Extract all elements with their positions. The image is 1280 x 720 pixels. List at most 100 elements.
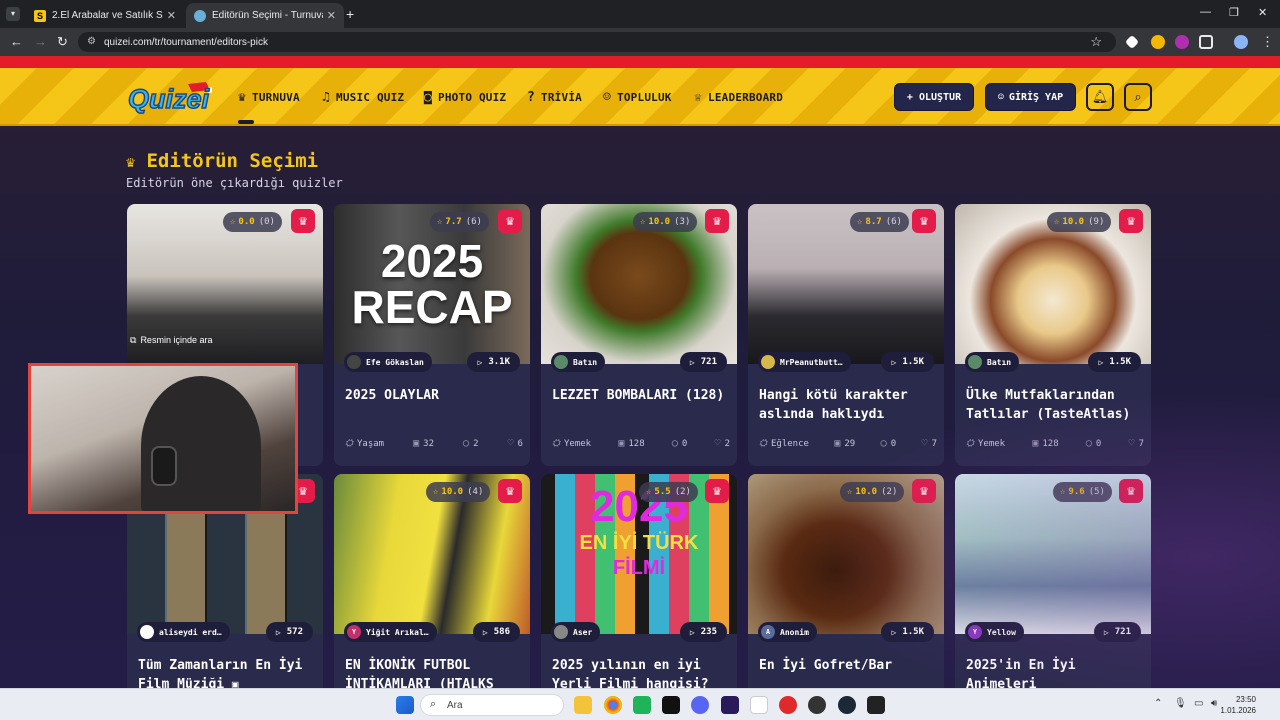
epic-games-icon[interactable] [867, 696, 885, 714]
windows-start-icon[interactable] [396, 696, 414, 714]
author-badge[interactable]: Y Yiğit Arıkal… [344, 622, 437, 642]
volume-icon[interactable]: 🔊︎ [1211, 698, 1217, 709]
author-badge[interactable]: Batın [551, 352, 606, 372]
site-settings-icon[interactable]: ⚙ [87, 36, 96, 47]
bookmark-star-icon[interactable]: ☆ [1090, 34, 1102, 50]
steam-icon[interactable] [838, 696, 856, 714]
quiz-title[interactable]: Hangi kötü karakter aslında haklıydı [759, 386, 939, 424]
display-icon[interactable]: ▭ [1194, 698, 1203, 709]
login-button[interactable]: ☺ GİRİŞ YAP [985, 83, 1076, 111]
rating-value: 7.7 [445, 217, 462, 227]
microphone [151, 446, 177, 486]
quiz-title[interactable]: LEZZET BOMBALARI (128) [552, 386, 732, 405]
rating-count: (0) [258, 217, 275, 227]
nav-topluluk[interactable]: ☺ TOPLULUK [603, 90, 672, 105]
comment-count: ◯ 0 [1085, 438, 1102, 449]
section-title: ♛ Editörün Seçimi [126, 150, 318, 172]
extensions-puzzle-icon[interactable] [1199, 35, 1213, 49]
quiz-card[interactable]: ☆ 10.0 (3) ♛ Batın ▷ 721 LEZZET BOMBALARI… [541, 204, 737, 466]
extension-icon[interactable] [1151, 35, 1165, 49]
extension-icon[interactable] [1124, 34, 1140, 50]
play-icon: ▷ [891, 357, 897, 367]
file-explorer-icon[interactable] [574, 696, 592, 714]
quiz-title[interactable]: 2025'in En İyi Animeleri [966, 656, 1146, 688]
nav-trivia[interactable]: ? TRİVİA [527, 90, 582, 105]
app-icon[interactable] [633, 696, 651, 714]
crown-icon[interactable]: ♛ [705, 479, 729, 503]
quizei-logo[interactable]: Quizei [126, 80, 212, 114]
browser-tab[interactable]: S 2.El Arabalar ve Satılık Sıfır Km Otom… [26, 3, 184, 28]
new-tab-icon[interactable]: + [346, 6, 354, 22]
nav-leaderboard[interactable]: ♕ LEADERBOARD [694, 90, 783, 105]
obs-icon[interactable] [808, 696, 826, 714]
extension-icon[interactable] [1175, 35, 1189, 49]
create-button[interactable]: + OLUŞTUR [894, 83, 974, 111]
tray-chevron-icon[interactable]: ⌃ [1154, 698, 1162, 709]
microphone-icon[interactable]: 🎙︎ [1174, 698, 1187, 709]
quiz-card[interactable]: ☆ 10.0 (9) ♛ Batın ▷ 1.5K Ülke Mutfakları… [955, 204, 1151, 466]
crown-icon[interactable]: ♛ [1119, 209, 1143, 233]
crown-icon[interactable]: ♛ [498, 479, 522, 503]
taskbar-clock[interactable]: 23:50 1.01.2026 [1220, 694, 1256, 716]
address-bar[interactable]: ⚙ quizei.com/tr/tournament/editors-pick … [78, 32, 1116, 52]
taskbar-search[interactable]: ⌕ Ara [420, 694, 564, 716]
close-tab-icon[interactable]: ✕ [167, 9, 176, 22]
rating-count: (6) [465, 217, 482, 227]
discord-icon[interactable] [691, 696, 709, 714]
author-badge[interactable]: aliseydi erd… [137, 622, 230, 642]
quiz-title[interactable]: En İyi Gofret/Bar [759, 656, 939, 675]
author-badge[interactable]: Batın [965, 352, 1020, 372]
crown-icon[interactable]: ♛ [291, 209, 315, 233]
nav-turnuva[interactable]: ♛ TURNUVA [238, 90, 300, 105]
browser-tab-active[interactable]: Editörün Seçimi - Turnuva - Quizei ✕ [186, 3, 344, 28]
star-icon: ☆ [1060, 487, 1066, 497]
media-player-icon[interactable] [779, 696, 797, 714]
avatar: Y [968, 625, 982, 639]
close-window-icon[interactable]: ✕ [1258, 6, 1267, 19]
quiz-card[interactable]: ☆ 10.0 (2) ♛ A Anonim ▷ 1.5K En İyi Gofret… [748, 474, 944, 688]
trophy-cup-icon: ♕ [694, 90, 703, 105]
comment-icon: ◯ [671, 438, 678, 449]
back-icon[interactable]: ← [10, 34, 23, 49]
profile-avatar[interactable] [1234, 35, 1248, 49]
chrome-icon[interactable] [604, 696, 622, 714]
quiz-title[interactable]: 2025 yılının en iyi Yerli Filmi hangisi? [552, 656, 732, 688]
crown-icon[interactable]: ♛ [1119, 479, 1143, 503]
tab-search-button[interactable]: ▾ [6, 7, 20, 21]
reload-icon[interactable]: ↻ [57, 34, 68, 50]
quiz-card[interactable]: 2025 EN İYİ TÜRK FİLMİ ☆ 5.5 (2) ♛ Aser ▷ 2… [541, 474, 737, 688]
close-tab-icon[interactable]: ✕ [327, 9, 336, 22]
rating-badge: ☆ 10.0 (9) [1047, 212, 1112, 232]
quiz-card[interactable]: 2025 RECAP ☆ 7.7 (6) ♛ Efe Gökaslan ▷ 3.1K… [334, 204, 530, 466]
quiz-card[interactable]: ☆ 8.7 (6) ♛ MrPeanutbutt… ▷ 1.5K Hangi kö… [748, 204, 944, 466]
quiz-card[interactable]: ☆ 10.0 (4) ♛ Y Yiğit Arıkal… ▷ 586 EN İKON… [334, 474, 530, 688]
play-count: ▷ 235 [679, 622, 727, 642]
quiz-card[interactable]: ☆ 9.6 (5) ♛ Y Yellow ▷ 721 2025'in En İyi … [955, 474, 1151, 688]
quiz-title[interactable]: Ülke Mutfaklarından Tatlılar (TasteAtlas… [966, 386, 1146, 424]
quiz-title[interactable]: Tüm Zamanların En İyi Film Müziği ▣ [138, 656, 318, 688]
nav-photo-quiz[interactable]: ◙ PHOTO QUIZ [424, 90, 506, 105]
author-badge[interactable]: Aser [551, 622, 601, 642]
author-badge[interactable]: Y Yellow [965, 622, 1024, 642]
author-badge[interactable]: Efe Gökaslan [344, 352, 432, 372]
quiz-title[interactable]: 2025 OLAYLAR [345, 386, 525, 405]
author-badge[interactable]: MrPeanutbutt… [758, 352, 851, 372]
menu-icon[interactable]: ⋮ [1261, 34, 1274, 50]
quiz-title[interactable]: EN İKONİK FUTBOL İNTİKAMLARI (HTALKS [345, 656, 525, 688]
crown-icon[interactable]: ♛ [912, 479, 936, 503]
author-badge[interactable]: A Anonim [758, 622, 817, 642]
tiktok-icon[interactable] [662, 696, 680, 714]
webcam-overlay [28, 363, 298, 514]
minimize-icon[interactable]: — [1200, 6, 1211, 18]
image-search-caption[interactable]: ⧉ Resmin içinde ara [126, 333, 322, 347]
search-icon[interactable]: ⌕ [1124, 83, 1152, 111]
premiere-icon[interactable] [721, 696, 739, 714]
crown-icon[interactable]: ♛ [498, 209, 522, 233]
forward-icon[interactable]: → [34, 34, 47, 49]
crown-icon[interactable]: ♛ [705, 209, 729, 233]
nav-music-quiz[interactable]: ♫ MUSIC QUIZ [322, 90, 404, 105]
capcut-icon[interactable] [750, 696, 768, 714]
notifications-bell-icon[interactable]: 🔔︎ [1086, 83, 1114, 111]
crown-icon[interactable]: ♛ [912, 209, 936, 233]
restore-icon[interactable]: ❐ [1229, 6, 1239, 19]
